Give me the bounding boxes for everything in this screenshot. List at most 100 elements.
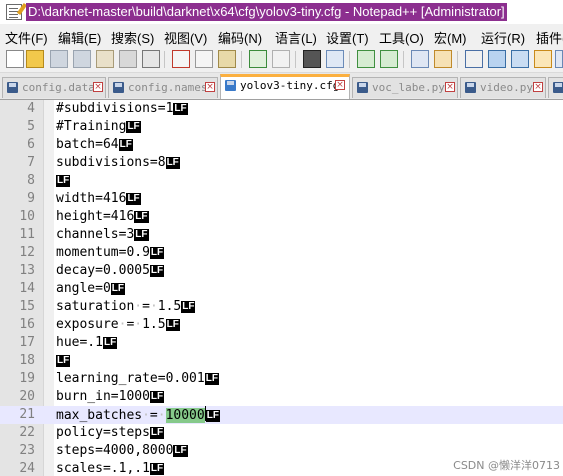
code-line[interactable]: 17 hue=.1LF — [0, 334, 563, 352]
line-text: LF — [56, 172, 71, 190]
line-text: momentum=0.9LF — [56, 244, 165, 262]
save-icon[interactable] — [50, 50, 68, 68]
paste-icon[interactable] — [218, 50, 236, 68]
line-text: #subdivisions=1LF — [56, 100, 188, 118]
menu-plugins[interactable]: 插件( — [536, 28, 563, 47]
tab-voc-labe-py[interactable]: voc_labe.py × — [352, 77, 458, 98]
code-line[interactable]: 6 batch=64LF — [0, 136, 563, 154]
code-line[interactable]: 16 exposure·=·1.5LF — [0, 316, 563, 334]
menu-bar: 文件(F) 编辑(E) 搜索(S) 视图(V) 编码(N) 语言(L) 设置(T… — [0, 26, 563, 46]
line-content: height=416 — [56, 209, 135, 224]
zoom-in-icon[interactable] — [357, 50, 375, 68]
undo-icon[interactable] — [249, 50, 267, 68]
copy-icon[interactable] — [195, 50, 213, 68]
menu-run[interactable]: 运行(R) — [481, 28, 525, 47]
replace-icon[interactable] — [326, 50, 344, 68]
code-line[interactable]: 13 decay=0.0005LF — [0, 262, 563, 280]
indent-guide-icon[interactable] — [511, 50, 529, 68]
line-text: channels=3LF — [56, 226, 149, 244]
code-line[interactable]: 9 width=416LF — [0, 190, 563, 208]
code-line[interactable]: 22 policy=stepsLF — [0, 424, 563, 442]
code-line[interactable]: 5 #TrainingLF — [0, 118, 563, 136]
menu-encoding[interactable]: 编码(N) — [218, 28, 262, 47]
code-line[interactable]: 12 momentum=0.9LF — [0, 244, 563, 262]
tab-overflow[interactable] — [548, 77, 563, 98]
sync-horizontal-icon[interactable] — [434, 50, 452, 68]
line-content: #Training — [56, 119, 127, 134]
code-line[interactable]: 4 #subdivisions=1LF — [0, 100, 563, 118]
tab-yolov3-tiny-cfg[interactable]: yolov3-tiny.cfg × — [220, 74, 350, 99]
tab-close-icon[interactable]: × — [533, 82, 543, 92]
code-line[interactable]: 14 angle=0LF — [0, 280, 563, 298]
line-number: 7 — [27, 155, 35, 170]
open-folder-icon[interactable] — [26, 50, 44, 68]
eol-marker: LF — [126, 121, 141, 133]
document-map-icon[interactable] — [534, 50, 552, 68]
menu-language[interactable]: 语言(L) — [275, 28, 317, 47]
tab-close-icon[interactable]: × — [93, 82, 103, 92]
code-line[interactable]: 15 saturation·=·1.5LF — [0, 298, 563, 316]
eol-marker: LF — [204, 373, 219, 385]
code-line[interactable]: 10 height=416LF — [0, 208, 563, 226]
line-number: 15 — [19, 299, 35, 314]
find-icon[interactable] — [303, 50, 321, 68]
current-code-line[interactable]: 21 max_batches·=·10000 LF — [0, 406, 563, 424]
menu-edit[interactable]: 编辑(E) — [58, 28, 101, 47]
toolbar-separator — [457, 51, 458, 68]
print-icon[interactable] — [142, 50, 160, 68]
sync-vertical-icon[interactable] — [411, 50, 429, 68]
editor-area[interactable]: 4 #subdivisions=1LF 5 #TrainingLF 6 batch=64L… — [0, 100, 563, 476]
eol-marker: LF — [134, 229, 149, 241]
tab-config-data[interactable]: config.data × — [2, 77, 106, 98]
saved-file-icon — [113, 82, 124, 93]
line-content: exposure·=·1.5 — [56, 317, 166, 332]
line-text: saturation·=·1.5LF — [56, 298, 196, 316]
eol-marker: LF — [165, 319, 180, 331]
tab-video-py[interactable]: video.py × — [460, 77, 546, 98]
line-content: learning_rate=0.001 — [56, 371, 205, 386]
menu-search[interactable]: 搜索(S) — [111, 28, 154, 47]
line-number: 21 — [19, 407, 35, 422]
zoom-out-icon[interactable] — [380, 50, 398, 68]
show-all-characters-icon[interactable] — [488, 50, 506, 68]
tab-config-names[interactable]: config.names × — [108, 77, 218, 98]
code-line[interactable]: 19 learning_rate=0.001LF — [0, 370, 563, 388]
eol-marker: LF — [173, 103, 188, 115]
code-line[interactable]: 20 burn_in=1000LF — [0, 388, 563, 406]
word-wrap-icon[interactable] — [465, 50, 483, 68]
tab-close-icon[interactable]: × — [205, 82, 215, 92]
menu-file[interactable]: 文件(F) — [5, 28, 48, 47]
function-list-icon[interactable] — [555, 50, 563, 68]
close-all-icon[interactable] — [119, 50, 137, 68]
eol-marker: LF — [205, 410, 220, 422]
line-text: width=416LF — [56, 190, 141, 208]
search-match-highlight: 10000 — [165, 408, 205, 423]
line-number: 22 — [19, 425, 35, 440]
eol-marker: LF — [134, 211, 149, 223]
tab-close-icon[interactable]: × — [445, 82, 455, 92]
close-icon[interactable] — [96, 50, 114, 68]
line-content: steps=4000,8000 — [56, 443, 174, 458]
line-number: 12 — [19, 245, 35, 260]
code-line[interactable]: 18 LF — [0, 352, 563, 370]
menu-macro[interactable]: 宏(M) — [434, 28, 467, 47]
menu-view[interactable]: 视图(V) — [164, 28, 207, 47]
line-number: 9 — [27, 191, 35, 206]
code-line[interactable]: 7 subdivisions=8LF — [0, 154, 563, 172]
eol-marker: LF — [110, 283, 126, 295]
line-content: subdivisions=8 — [56, 155, 166, 170]
saved-file-icon — [553, 82, 563, 93]
cut-icon[interactable] — [172, 50, 190, 68]
tab-close-icon[interactable]: × — [335, 80, 345, 90]
line-content: hue=.1 — [56, 335, 103, 350]
line-text: learning_rate=0.001LF — [56, 370, 219, 388]
code-line[interactable]: 11 channels=3LF — [0, 226, 563, 244]
redo-icon[interactable] — [272, 50, 290, 68]
menu-tools[interactable]: 工具(O) — [379, 28, 424, 47]
code-line[interactable]: 8 LF — [0, 172, 563, 190]
save-all-icon[interactable] — [73, 50, 91, 68]
line-number: 10 — [19, 209, 35, 224]
new-file-icon[interactable] — [6, 50, 24, 68]
eol-marker: LF — [149, 463, 165, 475]
menu-settings[interactable]: 设置(T) — [326, 28, 369, 47]
